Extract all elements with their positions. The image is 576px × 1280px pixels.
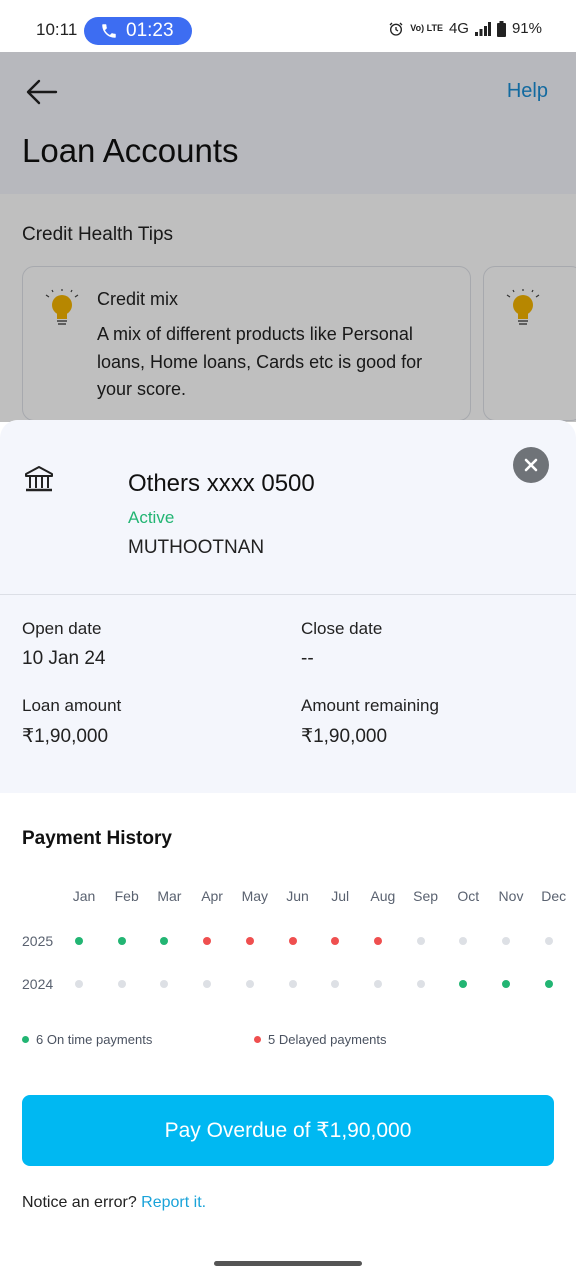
month-label: Jun bbox=[286, 888, 309, 904]
payment-dot-ontime bbox=[544, 980, 553, 988]
payment-dot-none bbox=[117, 980, 126, 988]
status-bar: 10:11 01:23 Vo) LTE 4G 91% bbox=[0, 0, 576, 52]
payment-dot-delayed bbox=[288, 937, 297, 945]
phone-icon bbox=[102, 24, 116, 38]
payment-dot-none bbox=[373, 980, 382, 988]
payment-dot-delayed bbox=[331, 937, 340, 945]
payment-dot-ontime bbox=[459, 980, 468, 988]
payment-dot-none bbox=[160, 980, 169, 988]
year-label: 2024 bbox=[22, 976, 54, 992]
ongoing-call-chip[interactable]: 01:23 bbox=[84, 17, 192, 45]
pay-overdue-button[interactable]: Pay Overdue of ₹1,90,000 bbox=[22, 1095, 554, 1166]
legend-delayed-label: 5 Delayed payments bbox=[268, 1032, 387, 1047]
month-label: May bbox=[241, 888, 269, 904]
open-date-value: 10 Jan 24 bbox=[22, 648, 106, 669]
payment-dot-none bbox=[75, 980, 83, 988]
amount-remaining-value: ₹1,90,000 bbox=[301, 726, 388, 747]
month-label: Jul bbox=[331, 888, 350, 904]
alarm-icon bbox=[389, 22, 403, 36]
close-button[interactable] bbox=[513, 447, 549, 483]
account-status-badge: Active bbox=[128, 508, 175, 527]
volte-indicator: Vo) LTE bbox=[410, 23, 443, 33]
month-label: Feb bbox=[114, 888, 139, 904]
close-icon bbox=[524, 458, 538, 472]
notice-text: Notice an error? bbox=[22, 1194, 137, 1211]
payment-dot-none bbox=[288, 980, 297, 988]
home-indicator[interactable] bbox=[214, 1261, 362, 1266]
loan-details: Open date 10 Jan 24 Close date -- Loan a… bbox=[0, 595, 576, 793]
close-date-value: -- bbox=[301, 648, 314, 669]
notice-error: Notice an error? Report it. bbox=[22, 1194, 206, 1212]
year-label: 2025 bbox=[22, 933, 54, 949]
bank-icon bbox=[25, 466, 53, 492]
payment-dot-none bbox=[416, 980, 425, 988]
month-label: Dec bbox=[541, 888, 567, 904]
report-link[interactable]: Report it. bbox=[141, 1194, 206, 1211]
month-label: Sep bbox=[413, 888, 439, 904]
payment-dot-ontime bbox=[160, 937, 169, 945]
signal-icon bbox=[474, 21, 491, 36]
month-label: Nov bbox=[498, 888, 524, 904]
call-timer: 01:23 bbox=[126, 20, 174, 41]
loan-amount-label: Loan amount bbox=[22, 696, 122, 715]
delayed-dot bbox=[254, 1036, 261, 1043]
battery-icon bbox=[496, 20, 506, 37]
account-summary: Others xxxx 0500 Active MUTHOOTNAN bbox=[0, 420, 576, 595]
payment-dot-none bbox=[203, 980, 212, 988]
month-label: Apr bbox=[201, 888, 223, 904]
legend-delayed: 5 Delayed payments bbox=[254, 1032, 387, 1047]
month-label: Aug bbox=[370, 888, 396, 904]
payment-dot-ontime bbox=[117, 937, 126, 945]
month-label: Oct bbox=[457, 888, 480, 904]
network-type: 4G bbox=[448, 20, 469, 37]
legend-ontime: 6 On time payments bbox=[22, 1032, 152, 1047]
month-label: Jan bbox=[72, 888, 96, 904]
payment-dot-none bbox=[502, 937, 510, 945]
amount-remaining-label: Amount remaining bbox=[301, 696, 439, 715]
payment-dot-delayed bbox=[245, 937, 254, 945]
account-name: Others xxxx 0500 bbox=[128, 470, 315, 497]
payment-dot-none bbox=[331, 980, 340, 988]
status-time: 10:11 bbox=[36, 20, 78, 39]
payment-dot-none bbox=[544, 937, 553, 945]
battery-level: 91% bbox=[511, 20, 542, 37]
open-date-label: Open date bbox=[22, 619, 102, 638]
payment-dot-delayed bbox=[373, 937, 382, 945]
payment-history-title: Payment History bbox=[22, 828, 172, 849]
ontime-dot bbox=[22, 1036, 29, 1043]
close-date-label: Close date bbox=[301, 619, 383, 638]
payment-dot-ontime bbox=[75, 937, 83, 945]
legend-ontime-label: 6 On time payments bbox=[36, 1032, 153, 1047]
loan-detail-sheet: Others xxxx 0500 Active MUTHOOTNAN Open … bbox=[0, 420, 576, 1280]
payment-dot-none bbox=[416, 937, 425, 945]
payment-dot-none bbox=[245, 980, 254, 988]
loan-amount-value: ₹1,90,000 bbox=[22, 726, 109, 747]
modal-scrim[interactable] bbox=[0, 52, 576, 422]
payment-dot-none bbox=[459, 937, 468, 945]
lender-name: MUTHOOTNAN bbox=[128, 537, 265, 558]
payment-dot-ontime bbox=[502, 980, 510, 988]
month-label: Mar bbox=[157, 888, 182, 904]
payment-dot-delayed bbox=[203, 937, 212, 945]
month-header: Jan Feb Mar Apr May Jun Jul Aug Sep Oct Nov Dec bbox=[0, 888, 576, 908]
